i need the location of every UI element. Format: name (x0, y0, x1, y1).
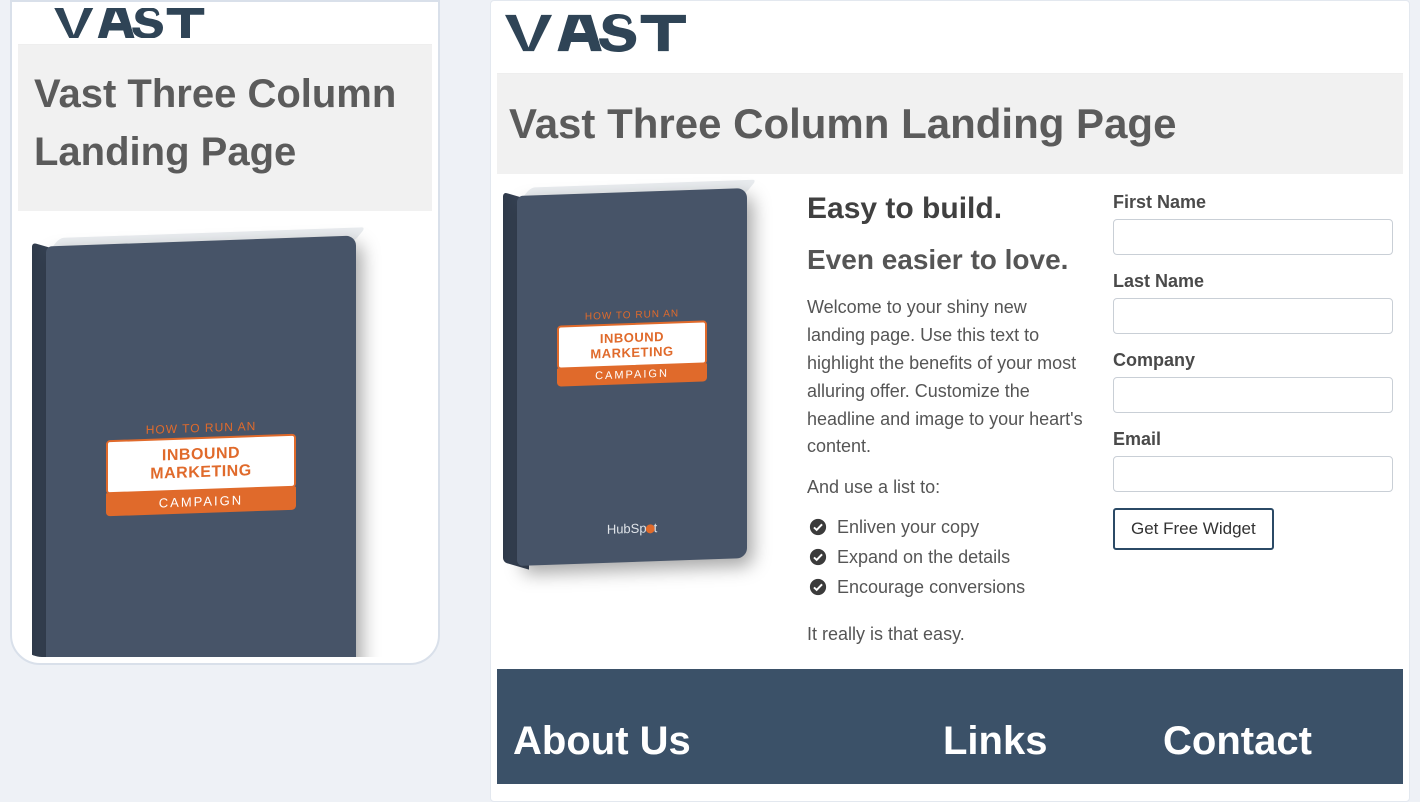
first-name-field[interactable] (1113, 219, 1393, 255)
desktop-preview-frame: Vast Three Column Landing Page HOW TO RU… (490, 0, 1410, 802)
first-name-label: First Name (1113, 192, 1393, 213)
footer: About Us Links Contact (497, 669, 1403, 784)
mobile-page-title: Vast Three Column Landing Page (34, 65, 416, 181)
desktop-body: HOW TO RUN AN INBOUND MARKETING CAMPAIGN… (497, 174, 1403, 669)
list-item: Expand on the details (829, 544, 1083, 572)
desktop-header (497, 7, 1403, 74)
email-label: Email (1113, 429, 1393, 450)
list-item-label: Enliven your copy (837, 517, 979, 537)
mobile-title-section: Vast Three Column Landing Page (18, 45, 432, 211)
closing-paragraph: It really is that easy. (807, 624, 1083, 645)
form-column: First Name Last Name Company Email (1113, 192, 1393, 645)
desktop-title-section: Vast Three Column Landing Page (497, 74, 1403, 174)
mobile-hero-image: HOW TO RUN AN INBOUND MARKETING CAMPAIGN (18, 211, 432, 657)
list-item: Encourage conversions (829, 574, 1083, 602)
intro-paragraph: Welcome to your shiny new landing page. … (807, 294, 1083, 461)
ebook-badge: HOW TO RUN AN INBOUND MARKETING CAMPAIGN (557, 308, 707, 387)
last-name-field[interactable] (1113, 298, 1393, 334)
preview-viewport: Vast Three Column Landing Page HOW TO RU… (0, 0, 1420, 802)
mobile-header (18, 8, 432, 45)
benefits-list: Enliven your copy Expand on the details (807, 514, 1083, 602)
ebook-badge: HOW TO RUN AN INBOUND MARKETING CAMPAIGN (106, 417, 296, 516)
headline-primary: Easy to build. (807, 192, 1083, 226)
copy-column: Easy to build. Even easier to love. Welc… (807, 192, 1083, 645)
footer-links-heading: Links (943, 719, 1163, 764)
hubspot-logo: HubSpt (607, 520, 657, 537)
list-intro: And use a list to: (807, 477, 1083, 498)
list-item: Enliven your copy (829, 514, 1083, 542)
last-name-label: Last Name (1113, 271, 1393, 292)
badge-mid-text: INBOUND MARKETING (106, 433, 296, 494)
check-circle-icon (809, 547, 827, 565)
vast-logo (505, 11, 695, 55)
ebook-cover: HOW TO RUN AN INBOUND MARKETING CAMPAIGN… (517, 188, 747, 566)
submit-button[interactable]: Get Free Widget (1113, 508, 1274, 550)
page-title: Vast Three Column Landing Page (509, 100, 1391, 148)
company-field[interactable] (1113, 377, 1393, 413)
hero-image-column: HOW TO RUN AN INBOUND MARKETING CAMPAIGN… (507, 192, 777, 645)
email-field[interactable] (1113, 456, 1393, 492)
list-item-label: Expand on the details (837, 547, 1010, 567)
footer-contact-heading: Contact (1163, 719, 1387, 764)
ebook-cover: HOW TO RUN AN INBOUND MARKETING CAMPAIGN (46, 236, 356, 657)
check-circle-icon (809, 577, 827, 595)
list-item-label: Encourage conversions (837, 577, 1025, 597)
mobile-preview-inner: Vast Three Column Landing Page HOW TO RU… (18, 8, 432, 657)
vast-logo (28, 8, 238, 38)
mobile-preview-frame: Vast Three Column Landing Page HOW TO RU… (10, 0, 440, 665)
headline-secondary: Even easier to love. (807, 244, 1083, 276)
company-label: Company (1113, 350, 1393, 371)
check-circle-icon (809, 517, 827, 535)
footer-about-heading: About Us (513, 719, 943, 764)
badge-mid-text: INBOUND MARKETING (557, 321, 707, 370)
